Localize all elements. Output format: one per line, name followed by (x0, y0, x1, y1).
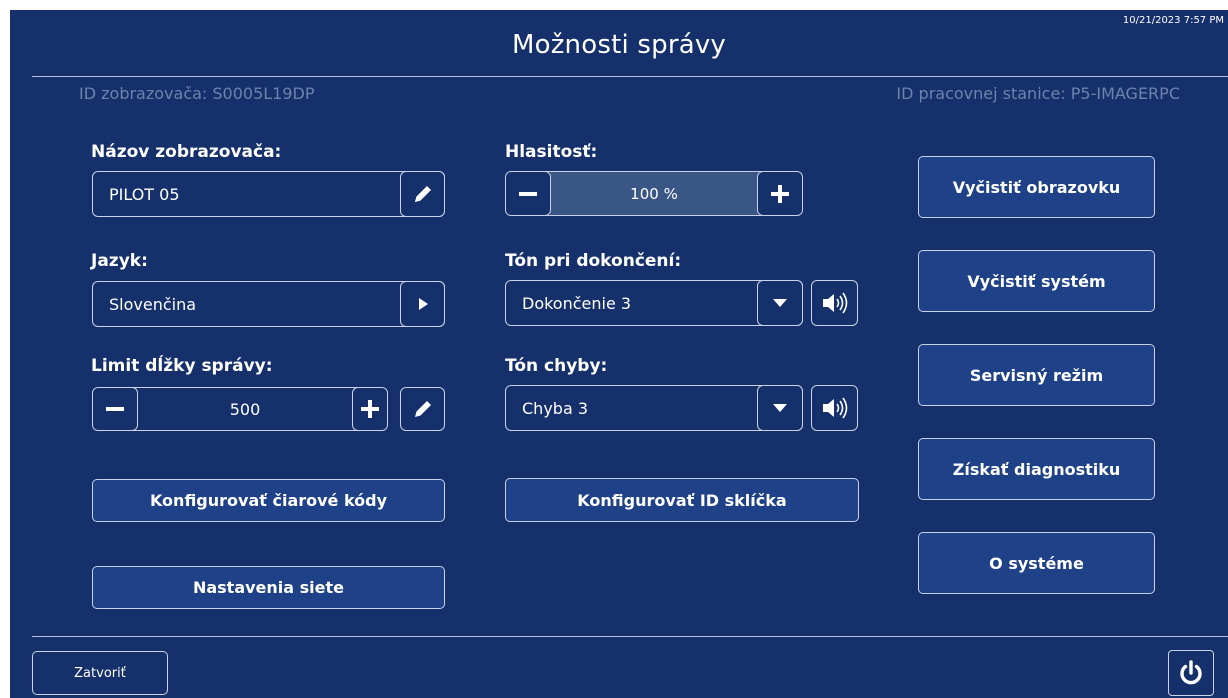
completion-tone-play-button[interactable] (811, 280, 858, 326)
language-next-button[interactable] (400, 281, 445, 327)
plus-icon (771, 184, 789, 203)
datetime: 10/21/2023 7:57 PM (1122, 15, 1224, 26)
pencil-icon (414, 186, 431, 202)
about-system-button[interactable]: O systéme (918, 532, 1155, 594)
caret-down-icon (773, 299, 787, 307)
language-label: Jazyk: (91, 251, 148, 271)
plus-icon (361, 400, 379, 418)
minus-icon (519, 191, 537, 196)
language-field[interactable]: Slovenčina (92, 281, 445, 327)
message-limit-plus-button[interactable] (352, 388, 387, 430)
viewer-id: ID zobrazovača: S0005L19DP (79, 84, 315, 103)
network-settings-button[interactable]: Nastavenia siete (92, 566, 445, 609)
configure-barcodes-button[interactable]: Konfigurovať čiarové kódy (92, 479, 445, 522)
edit-message-limit-button[interactable] (400, 387, 445, 431)
volume-value: 100 % (630, 184, 678, 203)
minus-icon (106, 407, 124, 411)
message-limit-value: 500 (229, 399, 261, 419)
viewer-name-label: Názov zobrazovača: (91, 142, 282, 162)
viewer-name-value: PILOT 05 (109, 184, 180, 204)
pencil-icon (414, 401, 431, 417)
message-limit-minus-button[interactable] (93, 388, 138, 430)
play-arrow-icon (418, 298, 428, 310)
clear-screen-button[interactable]: Vyčistiť obrazovku (918, 156, 1155, 218)
close-button[interactable]: Zatvoriť (32, 651, 168, 695)
volume-stepper[interactable]: 100 % (505, 171, 803, 216)
clear-system-button[interactable]: Vyčistiť systém (918, 250, 1155, 312)
completion-tone-label: Tón pri dokončení: (505, 251, 682, 271)
language-value: Slovenčina (109, 294, 197, 314)
configure-slide-id-button[interactable]: Konfigurovať ID sklíčka (505, 478, 859, 522)
volume-minus-button[interactable] (506, 172, 551, 215)
volume-plus-button[interactable] (757, 172, 802, 215)
admin-options-screen: Možnosti správy 10/21/2023 7:57 PM ID zo… (10, 10, 1228, 698)
error-tone-value: Chyba 3 (522, 398, 589, 418)
edit-viewer-name-button[interactable] (400, 171, 445, 217)
service-mode-button[interactable]: Servisný režim (918, 344, 1155, 406)
completion-tone-value: Dokončenie 3 (522, 293, 632, 313)
power-button[interactable] (1168, 650, 1214, 696)
message-limit-label: Limit dĺžky správy: (91, 356, 273, 376)
caret-down-icon (773, 404, 787, 412)
speaker-icon (822, 292, 847, 314)
completion-tone-dropdown-button[interactable] (757, 280, 803, 326)
get-diagnostics-button[interactable]: Získať diagnostiku (918, 438, 1155, 500)
viewer-name-field[interactable]: PILOT 05 (92, 171, 445, 217)
volume-label: Hlasitosť: (505, 142, 598, 162)
footer-divider (32, 636, 1228, 637)
speaker-icon (822, 397, 847, 419)
page-title: Možnosti správy (511, 30, 727, 60)
error-tone-label: Tón chyby: (505, 356, 608, 376)
workstation-id: ID pracovnej stanice: P5-IMAGERPC (896, 84, 1180, 103)
message-limit-stepper[interactable]: 500 (92, 387, 388, 431)
error-tone-play-button[interactable] (811, 385, 858, 431)
header-divider (32, 76, 1228, 77)
error-tone-dropdown-button[interactable] (757, 385, 803, 431)
power-icon (1180, 660, 1202, 685)
